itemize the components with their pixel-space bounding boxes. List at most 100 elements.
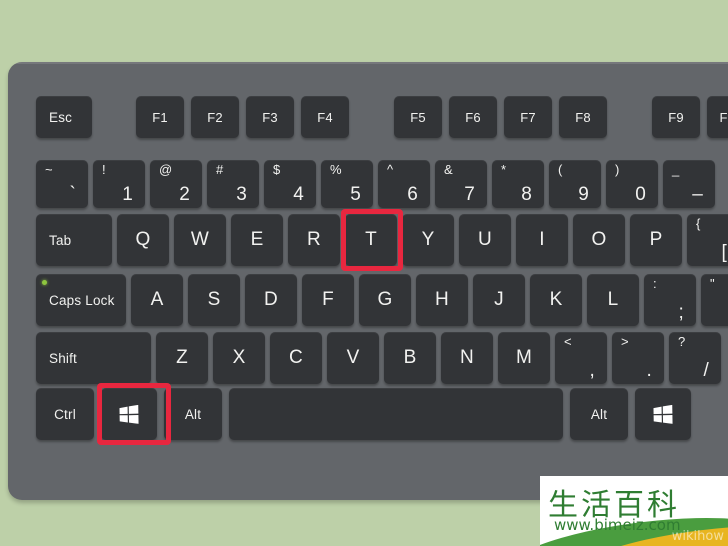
key-f10[interactable]: F10 (707, 96, 728, 138)
key-k[interactable]: K (530, 274, 582, 326)
key-1[interactable]: ! 1 (93, 160, 145, 208)
key-windows-right[interactable] (635, 388, 691, 440)
windows-logo-icon (119, 404, 139, 424)
key-shift-label: ? (678, 334, 686, 349)
key-label: Shift (49, 350, 78, 366)
key-f5[interactable]: F5 (394, 96, 442, 138)
top-letter-row: Tab Q W E R T Y U I O P { [ (8, 214, 728, 266)
key-label: G (377, 289, 393, 310)
key-label: 0 (635, 184, 646, 205)
key-b[interactable]: B (384, 332, 436, 384)
key-l[interactable]: L (587, 274, 639, 326)
key-c[interactable]: C (270, 332, 322, 384)
key-label: T (365, 229, 377, 250)
key-label: O (591, 229, 607, 250)
key-f1[interactable]: F1 (136, 96, 184, 138)
key-a[interactable]: A (131, 274, 183, 326)
key-esc[interactable]: Esc (36, 96, 92, 138)
key-8[interactable]: * 8 (492, 160, 544, 208)
key-4[interactable]: $ 4 (264, 160, 316, 208)
key-shift-left[interactable]: Shift (36, 332, 151, 384)
key-semicolon[interactable]: : ; (644, 274, 696, 326)
key-w[interactable]: W (174, 214, 226, 266)
key-y[interactable]: Y (402, 214, 454, 266)
key-j[interactable]: J (473, 274, 525, 326)
key-s[interactable]: S (188, 274, 240, 326)
key-shift-label: @ (159, 162, 173, 177)
key-label: 3 (236, 184, 247, 205)
key-7[interactable]: & 7 (435, 160, 487, 208)
key-shift-label: ! (102, 162, 106, 177)
key-f9[interactable]: F9 (652, 96, 700, 138)
key-g[interactable]: G (359, 274, 411, 326)
key-2[interactable]: @ 2 (150, 160, 202, 208)
key-label: F8 (575, 109, 591, 125)
key-f3[interactable]: F3 (246, 96, 294, 138)
key-label: I (539, 229, 545, 250)
key-x[interactable]: X (213, 332, 265, 384)
key-shift-label: _ (672, 162, 680, 177)
key-comma[interactable]: < , (555, 332, 607, 384)
key-f[interactable]: F (302, 274, 354, 326)
key-windows-left[interactable] (101, 388, 157, 440)
key-e[interactable]: E (231, 214, 283, 266)
key-z[interactable]: Z (156, 332, 208, 384)
key-spacebar[interactable] (229, 388, 563, 440)
key-label: R (307, 229, 321, 250)
key-t[interactable]: T (345, 214, 397, 266)
key-shift-label: ( (558, 162, 563, 177)
key-label: Caps Lock (49, 292, 115, 308)
key-alt-left[interactable]: Alt (164, 388, 222, 440)
key-0[interactable]: ) 0 (606, 160, 658, 208)
watermark: 生活百科 www.bimeiz.com wikihow (540, 476, 728, 546)
key-q[interactable]: Q (117, 214, 169, 266)
key-quote[interactable]: " ' (701, 274, 728, 326)
key-d[interactable]: D (245, 274, 297, 326)
key-label: Tab (49, 232, 72, 248)
key-label: Q (135, 229, 151, 250)
key-label: H (435, 289, 449, 310)
key-minus[interactable]: _ – (663, 160, 715, 208)
key-label: 6 (407, 184, 418, 205)
key-label: E (250, 229, 264, 250)
key-3[interactable]: # 3 (207, 160, 259, 208)
key-5[interactable]: % 5 (321, 160, 373, 208)
key-6[interactable]: ^ 6 (378, 160, 430, 208)
key-f8[interactable]: F8 (559, 96, 607, 138)
key-period[interactable]: > . (612, 332, 664, 384)
key-9[interactable]: ( 9 (549, 160, 601, 208)
key-p[interactable]: P (630, 214, 682, 266)
key-shift-label: < (564, 334, 572, 349)
key-alt-right[interactable]: Alt (570, 388, 628, 440)
key-f7[interactable]: F7 (504, 96, 552, 138)
key-o[interactable]: O (573, 214, 625, 266)
key-h[interactable]: H (416, 274, 468, 326)
key-ctrl-left[interactable]: Ctrl (36, 388, 94, 440)
key-label: 2 (179, 184, 190, 205)
key-v[interactable]: V (327, 332, 379, 384)
key-backtick[interactable]: ~ ` (36, 160, 88, 208)
key-tab[interactable]: Tab (36, 214, 112, 266)
key-i[interactable]: I (516, 214, 568, 266)
key-label: Y (421, 229, 435, 250)
key-label: L (607, 289, 619, 310)
key-n[interactable]: N (441, 332, 493, 384)
key-r[interactable]: R (288, 214, 340, 266)
key-label: 9 (578, 184, 589, 205)
key-f2[interactable]: F2 (191, 96, 239, 138)
key-caps-lock[interactable]: Caps Lock (36, 274, 126, 326)
key-label: – (692, 184, 703, 205)
key-label: F (322, 289, 334, 310)
key-label: N (460, 347, 474, 368)
key-label: F4 (317, 109, 333, 125)
key-m[interactable]: M (498, 332, 550, 384)
key-f4[interactable]: F4 (301, 96, 349, 138)
number-key-row: ~ ` ! 1 @ 2 # 3 $ 4 % 5 ^ 6 & 7 * 8 (9 … (8, 160, 715, 208)
key-u[interactable]: U (459, 214, 511, 266)
key-bracket-left[interactable]: { [ (687, 214, 728, 266)
key-f6[interactable]: F6 (449, 96, 497, 138)
key-slash[interactable]: ? / (669, 332, 721, 384)
key-label: X (232, 347, 246, 368)
key-shift-label: ) (615, 162, 620, 177)
key-label: / (703, 360, 709, 381)
